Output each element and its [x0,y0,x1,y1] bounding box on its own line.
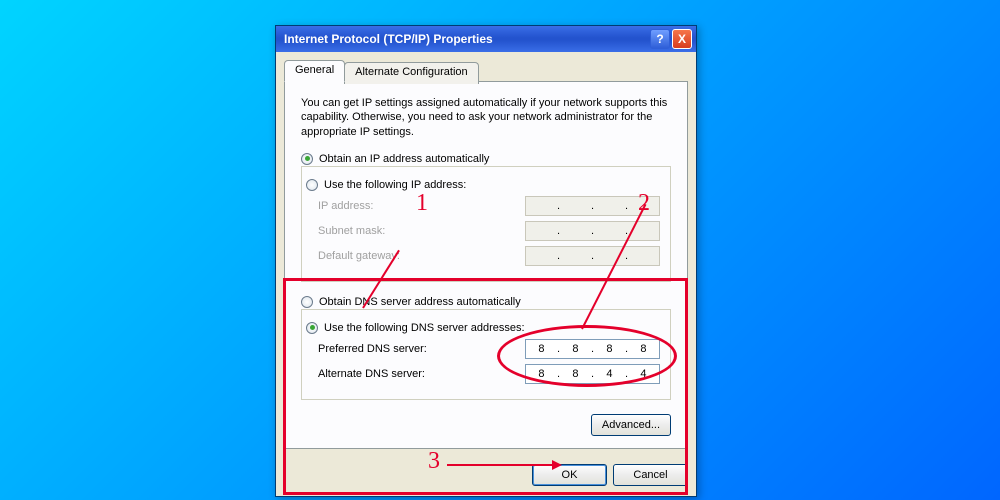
tab-panel: You can get IP settings assigned automat… [284,81,688,449]
label-subnet-mask: Subnet mask: [318,225,525,237]
titlebar[interactable]: Internet Protocol (TCP/IP) Properties ? … [276,26,696,52]
input-subnet-mask: ... [525,221,660,241]
input-default-gateway: ... [525,246,660,266]
window-title: Internet Protocol (TCP/IP) Properties [284,32,648,46]
dns-group: Use the following DNS server addresses: … [301,309,671,400]
radio-icon [306,322,318,334]
radio-ip-manual[interactable]: Use the following IP address: [306,179,660,191]
label-default-gateway: Default gateway: [318,250,525,262]
radio-icon [301,153,313,165]
dialog-body: General Alternate Configuration You can … [276,52,696,458]
radio-label: Obtain DNS server address automatically [319,296,521,308]
input-alternate-dns[interactable]: 8.8.4.4 [525,364,660,384]
cancel-button[interactable]: Cancel [613,464,688,486]
ok-button[interactable]: OK [532,464,607,486]
tab-strip: General Alternate Configuration [284,60,688,82]
close-icon[interactable]: X [672,29,692,49]
tab-alternate-config[interactable]: Alternate Configuration [344,62,479,84]
input-ip-address: ... [525,196,660,216]
label-alternate-dns: Alternate DNS server: [318,368,525,380]
input-preferred-dns[interactable]: 8.8.8.8 [525,339,660,359]
radio-icon [306,179,318,191]
radio-label: Use the following IP address: [324,179,466,191]
radio-icon [301,296,313,308]
ip-group: Use the following IP address: IP address… [301,166,671,282]
radio-dns-auto[interactable]: Obtain DNS server address automatically [301,296,671,308]
dialog-footer: OK Cancel [276,458,696,496]
tab-general[interactable]: General [284,60,345,82]
label-ip-address: IP address: [318,200,525,212]
radio-ip-auto[interactable]: Obtain an IP address automatically [301,153,671,165]
radio-dns-manual[interactable]: Use the following DNS server addresses: [306,322,660,334]
radio-label: Obtain an IP address automatically [319,153,489,165]
description-text: You can get IP settings assigned automat… [301,96,671,139]
advanced-button[interactable]: Advanced... [591,414,671,436]
label-preferred-dns: Preferred DNS server: [318,343,525,355]
help-icon[interactable]: ? [650,29,670,49]
properties-dialog: Internet Protocol (TCP/IP) Properties ? … [275,25,697,497]
radio-label: Use the following DNS server addresses: [324,322,525,334]
